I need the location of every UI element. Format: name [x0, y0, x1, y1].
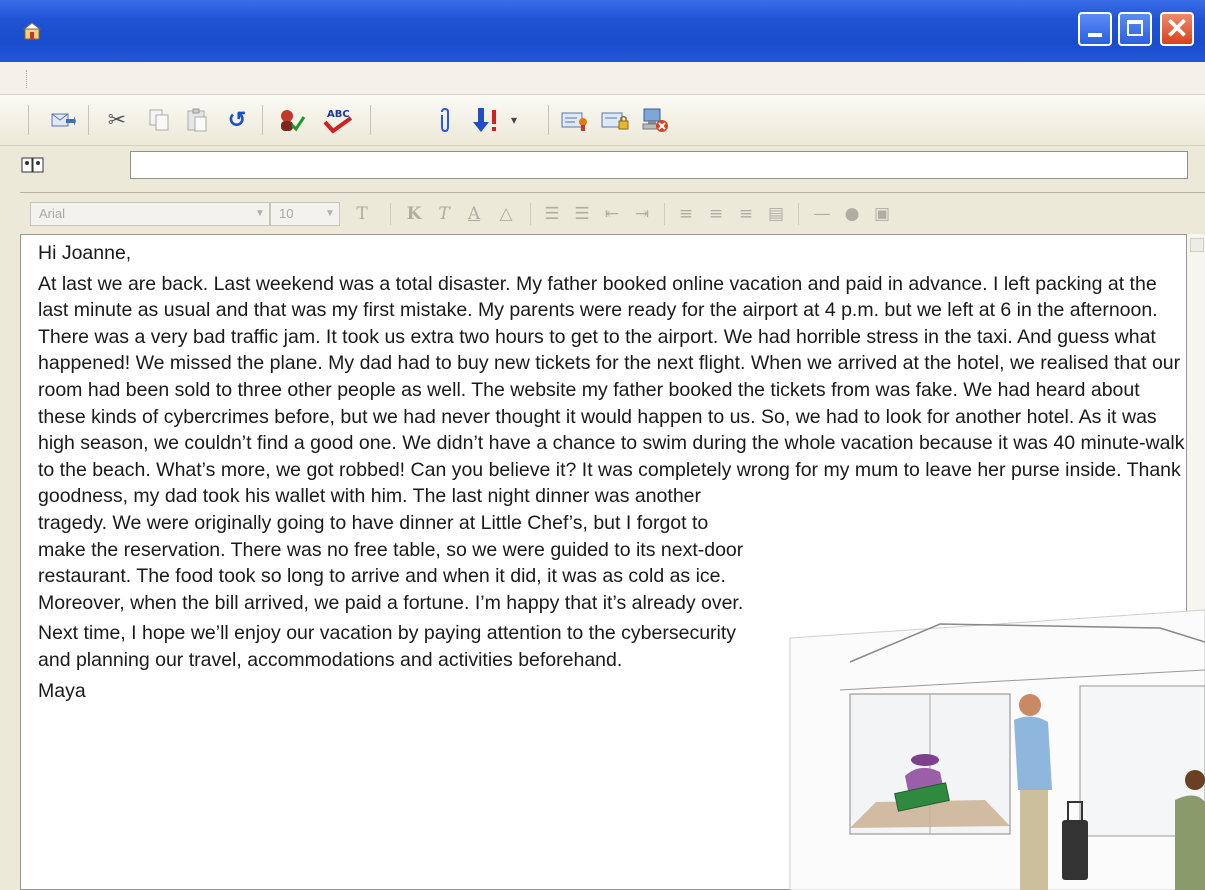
spelling-icon[interactable]: ABC [318, 105, 358, 135]
chevron-down-icon[interactable]: ▾ [506, 105, 522, 135]
format-separator [798, 203, 799, 225]
toolbar-grip [28, 105, 29, 135]
chevron-down-icon: ▼ [325, 208, 335, 219]
greeting-text: Hi Joanne, [38, 242, 132, 264]
copy-icon[interactable] [144, 105, 174, 135]
to-field[interactable] [130, 151, 1188, 179]
undo-icon[interactable]: ↺ [222, 105, 252, 135]
cut-icon[interactable]: ✂ [102, 105, 132, 135]
toolbar-separator [370, 105, 371, 135]
hyperlink-icon[interactable]: ● [840, 202, 864, 226]
paragraph-1-continued: goodness, my dad took his wallet with hi… [38, 485, 744, 614]
send-icon[interactable] [48, 105, 78, 135]
formatting-toolbar: Arial ▼ 10 ▼ T K T A △ ☰ ☰ ⇤ ⇥ ≡ ≡ ≡ ▤ —… [20, 192, 1205, 235]
numbered-list-icon[interactable]: ☰ [540, 202, 564, 226]
paragraph-style-icon[interactable]: T [350, 202, 374, 226]
chevron-down-icon: ▼ [255, 208, 265, 219]
priority-icon[interactable] [470, 105, 500, 135]
check-names-icon[interactable] [276, 105, 306, 135]
toolbar-separator [88, 105, 89, 135]
minimize-button[interactable] [1078, 12, 1112, 46]
signature: Maya [38, 679, 86, 702]
address-row [0, 146, 1205, 186]
font-color-icon[interactable]: △ [494, 202, 518, 226]
title-bar[interactable]: ✕ [0, 0, 1205, 62]
close-button[interactable]: ✕ [1160, 12, 1194, 46]
font-size-select[interactable]: 10 ▼ [270, 202, 340, 226]
paragraph-1: At last we are back. Last weekend was a … [38, 272, 1185, 481]
align-right-icon[interactable]: ≡ [734, 202, 758, 226]
font-select[interactable]: Arial ▼ [30, 202, 270, 226]
toolbar-separator [262, 105, 263, 135]
offline-icon[interactable] [640, 105, 670, 135]
italic-icon[interactable]: T [432, 202, 456, 226]
spelling-label: ABC [327, 109, 350, 120]
decrease-indent-icon[interactable]: ⇤ [600, 202, 624, 226]
app-icon [22, 22, 42, 40]
encrypt-icon[interactable] [600, 105, 630, 135]
format-separator [390, 203, 391, 225]
bold-icon[interactable]: K [402, 202, 426, 226]
increase-indent-icon[interactable]: ⇥ [630, 202, 654, 226]
email-window: ✕ ✂ ↺ ABC ▾ Arial ▼ 10 ▼ T K T A △ ☰ ☰ ⇤… [0, 0, 1205, 890]
font-select-value: Arial [39, 206, 66, 221]
scroll-up-icon[interactable] [1190, 238, 1204, 252]
align-left-icon[interactable]: ≡ [674, 202, 698, 226]
justify-icon[interactable]: ▤ [764, 202, 788, 226]
format-separator [664, 203, 665, 225]
menu-grip[interactable] [26, 70, 30, 88]
sign-icon[interactable] [560, 105, 590, 135]
close-icon: ✕ [1165, 13, 1189, 44]
underline-icon[interactable]: A [462, 202, 486, 226]
paragraph-2: Next time, I hope we’ll enjoy our vacati… [38, 622, 737, 671]
align-center-icon[interactable]: ≡ [704, 202, 728, 226]
horizontal-line-icon[interactable]: — [810, 202, 834, 226]
insert-picture-icon[interactable]: ▣ [870, 202, 894, 226]
format-separator [530, 203, 531, 225]
maximize-button[interactable] [1118, 12, 1152, 46]
paste-icon[interactable] [182, 105, 212, 135]
font-size-value: 10 [279, 206, 294, 221]
toolbar-separator [548, 105, 549, 135]
address-book-icon[interactable] [20, 154, 46, 176]
attach-icon[interactable] [430, 105, 460, 135]
menu-bar [0, 62, 1205, 95]
message-text: Hi Joanne, At last we are back. Last wee… [38, 240, 1188, 704]
toolbar: ✂ ↺ ABC ▾ [0, 95, 1205, 146]
bullet-list-icon[interactable]: ☰ [570, 202, 594, 226]
